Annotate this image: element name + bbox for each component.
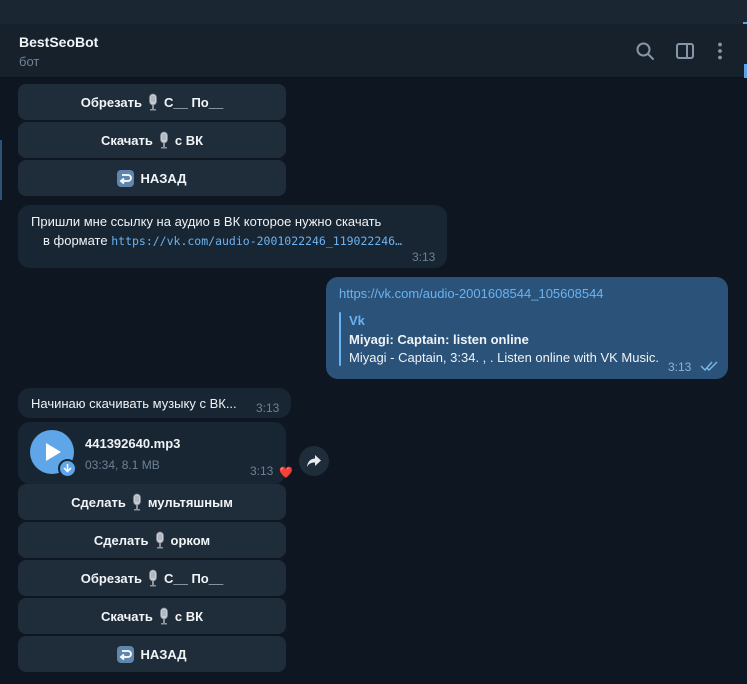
- read-checkmarks-icon: [700, 359, 720, 377]
- orc-effect-label: орком: [170, 532, 211, 548]
- chat-header[interactable]: BestSeoBot бот: [0, 24, 747, 78]
- format-prefix: в формате: [43, 233, 112, 248]
- microphone-icon: [154, 531, 166, 549]
- trim-label: Обрезать: [80, 94, 142, 110]
- trim-range-label: С__ По__: [163, 94, 224, 110]
- heart-reaction[interactable]: ❤️: [279, 466, 293, 479]
- scroll-indicator: [0, 140, 2, 200]
- bot-message-start-download[interactable]: Начинаю скачивать музыку с ВК... 3:13: [18, 388, 291, 418]
- trim-button[interactable]: Обрезать С__ По__: [18, 560, 286, 596]
- back-label: НАЗАД: [140, 170, 187, 186]
- audio-filename: 441392640.mp3: [85, 436, 181, 451]
- preview-description: Miyagi - Captain, 3:34. , . Listen onlin…: [349, 350, 659, 365]
- vk-url[interactable]: https://vk.com/audio-2001608544_10560854…: [339, 286, 604, 301]
- trim-button-top[interactable]: Обрезать С__ По__: [18, 84, 286, 120]
- cartoon-label: Сделать: [71, 494, 126, 510]
- window-top-strip: [0, 0, 747, 24]
- message-link[interactable]: https://vk.com/audio-2001608544_10560854…: [339, 284, 604, 303]
- back-button-top[interactable]: НАЗАД: [18, 160, 286, 196]
- chat-subtitle: бот: [19, 54, 40, 69]
- download-source-label: с ВК: [174, 132, 204, 148]
- more-vert-icon[interactable]: [709, 40, 731, 62]
- orc-button[interactable]: Сделать орком: [18, 522, 286, 558]
- back-arrow-icon: [117, 169, 135, 187]
- format-code[interactable]: https://vk.com/audio-2001022246_11902224…: [111, 234, 402, 248]
- back-arrow-icon: [117, 645, 135, 663]
- back-button[interactable]: НАЗАД: [18, 636, 286, 672]
- download-icon[interactable]: [58, 459, 77, 478]
- message-time: 3:13: [256, 401, 280, 415]
- preview-site: Vk: [349, 313, 365, 328]
- microphone-icon: [158, 131, 170, 149]
- bot-message-request-link[interactable]: Пришли мне ссылку на аудио в ВК которое …: [18, 205, 447, 268]
- cartoon-button[interactable]: Сделать мультяшным: [18, 484, 286, 520]
- preview-title: Miyagi: Captain: listen online: [349, 332, 529, 347]
- message-text: Начинаю скачивать музыку с ВК...: [31, 396, 237, 411]
- orc-label: Сделать: [93, 532, 149, 548]
- play-icon: [46, 443, 61, 461]
- download-vk-button[interactable]: Скачать с ВК: [18, 598, 286, 634]
- user-message-link[interactable]: https://vk.com/audio-2001608544_10560854…: [326, 277, 728, 379]
- back-label: НАЗАД: [140, 646, 187, 662]
- forward-icon: [307, 455, 321, 467]
- download-label: Скачать: [100, 608, 153, 624]
- microphone-icon: [158, 607, 170, 625]
- trim-range-label: С__ По__: [163, 570, 224, 586]
- trim-label: Обрезать: [80, 570, 142, 586]
- download-source-label: с ВК: [174, 608, 204, 624]
- message-time: 3:13: [412, 250, 436, 264]
- message-format-line: в формате https://vk.com/audio-200102224…: [43, 231, 402, 251]
- sidebar-toggle-icon[interactable]: [674, 40, 696, 62]
- microphone-icon: [147, 93, 159, 111]
- microphone-icon: [147, 569, 159, 587]
- forward-button[interactable]: [299, 446, 329, 476]
- cartoon-effect-label: мультяшным: [147, 494, 233, 510]
- microphone-icon: [131, 493, 143, 511]
- chat-title[interactable]: BestSeoBot: [19, 34, 98, 50]
- link-preview-bar: [339, 312, 341, 366]
- audio-meta: 03:34, 8.1 MB: [85, 458, 160, 472]
- download-vk-button-top[interactable]: Скачать с ВК: [18, 122, 286, 158]
- message-time: 3:13: [250, 464, 274, 478]
- message-text: Пришли мне ссылку на аудио в ВК которое …: [31, 214, 382, 229]
- search-icon[interactable]: [634, 40, 656, 62]
- message-time: 3:13: [668, 360, 692, 374]
- download-label: Скачать: [100, 132, 153, 148]
